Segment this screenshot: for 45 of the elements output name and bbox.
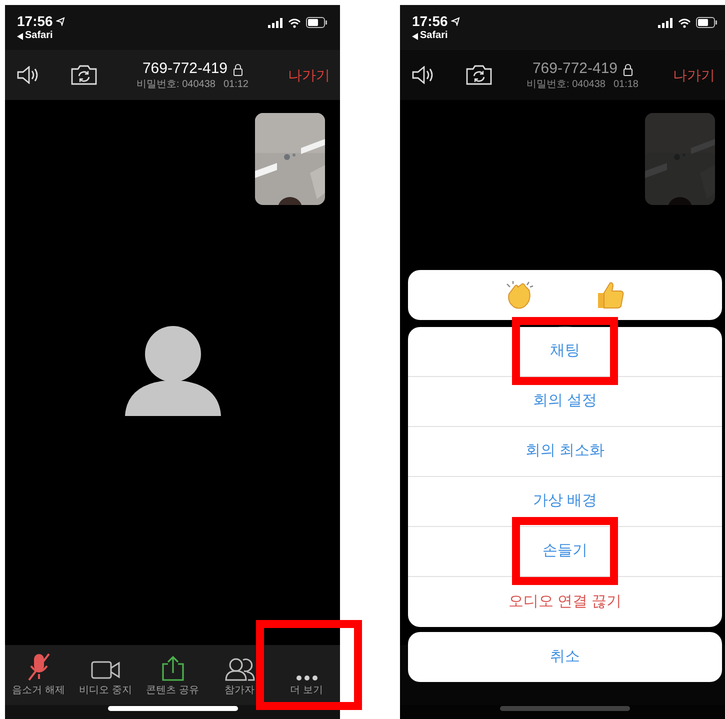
back-triangle-icon[interactable]	[412, 32, 418, 40]
leave-button[interactable]: 나가기	[288, 64, 330, 86]
meeting-id: 769-772-419	[532, 60, 618, 80]
cancel-button[interactable]: 취소	[408, 632, 722, 682]
meeting-duration: 01:12	[223, 79, 248, 92]
back-link[interactable]: Safari	[420, 31, 448, 41]
menu-item[interactable]: 채팅	[408, 327, 722, 377]
clock-time: 17:56	[412, 14, 448, 28]
clock-time: 17:56	[17, 14, 53, 28]
menu-item[interactable]: 회의 최소화	[408, 427, 722, 477]
more-button[interactable]: 더 보기	[273, 645, 340, 705]
menu-item[interactable]: 회의 설정	[408, 377, 722, 427]
camera-switch-icon[interactable]	[466, 65, 492, 85]
back-link[interactable]: Safari	[25, 31, 53, 41]
lock-icon	[622, 63, 633, 76]
back-triangle-icon[interactable]	[17, 32, 23, 40]
leave-button[interactable]: 나가기	[673, 64, 715, 86]
menu-item[interactable]: 오디오 연결 끊기	[408, 577, 722, 627]
battery-icon	[696, 17, 718, 28]
cellular-signal-icon	[268, 18, 283, 28]
participants-button[interactable]: 참가자	[206, 645, 273, 705]
share-button[interactable]: 콘텐츠 공유	[139, 645, 206, 705]
meeting-id: 769-772-419	[142, 60, 228, 80]
menu-item[interactable]: 가상 배경	[408, 477, 722, 527]
muted-microphone-icon	[26, 653, 52, 681]
location-arrow-icon	[56, 16, 65, 26]
camera-switch-icon[interactable]	[71, 65, 97, 85]
meeting-password: 비밀번호: 040438	[526, 79, 606, 92]
share-upload-icon	[160, 655, 184, 681]
lock-icon	[232, 63, 243, 76]
meeting-password: 비밀번호: 040438	[136, 79, 216, 92]
thumbs-up-icon[interactable]	[595, 280, 625, 310]
people-icon	[224, 657, 254, 681]
user-avatar-icon	[124, 324, 220, 416]
more-dots-icon	[296, 675, 318, 681]
cellular-signal-icon	[658, 18, 673, 28]
location-arrow-icon	[450, 16, 460, 26]
wifi-icon	[288, 18, 301, 28]
video-button[interactable]: 비디오 중지	[72, 645, 139, 705]
meeting-duration: 01:18	[613, 79, 638, 92]
battery-icon	[306, 17, 328, 28]
video-camera-icon	[90, 659, 120, 681]
menu-item[interactable]: 손들기	[408, 527, 722, 577]
wifi-icon	[678, 18, 691, 28]
unmute-button[interactable]: 음소거 해제	[5, 645, 72, 705]
